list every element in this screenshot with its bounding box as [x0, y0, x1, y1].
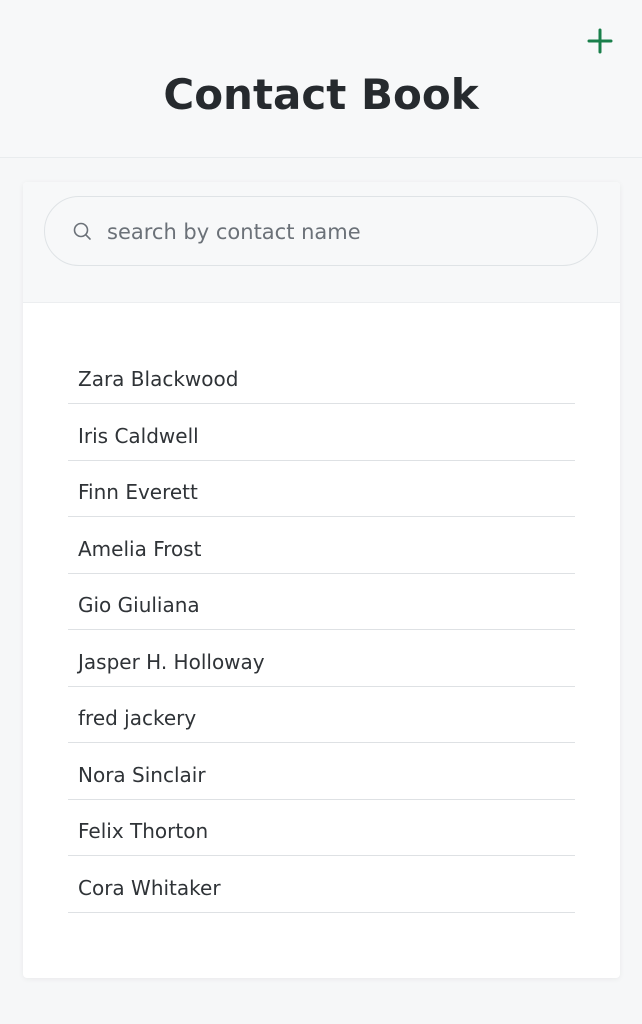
search-box[interactable]: [44, 196, 598, 266]
contact-name: Gio Giuliana: [78, 593, 200, 617]
contact-list-item[interactable]: Iris Caldwell: [68, 404, 575, 461]
contact-name: fred jackery: [78, 706, 197, 730]
contact-name: Zara Blackwood: [78, 367, 239, 391]
contact-list-item[interactable]: Felix Thorton: [68, 800, 575, 856]
search-icon: [73, 222, 91, 240]
contact-name: Nora Sinclair: [78, 762, 206, 787]
add-contact-button[interactable]: [586, 27, 614, 55]
contact-list: Zara Blackwood Iris Caldwell Finn Everet…: [68, 350, 575, 913]
search-input[interactable]: [107, 215, 577, 249]
contact-list-item[interactable]: Amelia Frost: [68, 517, 575, 574]
search-area: [23, 182, 620, 303]
contact-list-item[interactable]: fred jackery: [68, 687, 575, 743]
contact-name: Amelia Frost: [78, 536, 202, 561]
plus-icon: [587, 28, 613, 54]
contact-list-item[interactable]: Jasper H. Holloway: [68, 630, 575, 687]
contact-list-item[interactable]: Zara Blackwood: [68, 350, 575, 404]
app-header: Contact Book: [0, 0, 642, 158]
contact-name: Finn Everett: [78, 480, 198, 504]
page-title: Contact Book: [163, 70, 479, 119]
contact-list-item[interactable]: Finn Everett: [68, 461, 575, 517]
contact-name: Iris Caldwell: [78, 423, 199, 448]
contact-list-item[interactable]: Gio Giuliana: [68, 574, 575, 630]
contact-name: Jasper H. Holloway: [78, 649, 265, 674]
contact-list-item[interactable]: Nora Sinclair: [68, 743, 575, 800]
contact-list-item[interactable]: Cora Whitaker: [68, 856, 575, 913]
contact-name: Felix Thorton: [78, 819, 209, 843]
contacts-card: Zara Blackwood Iris Caldwell Finn Everet…: [23, 182, 620, 978]
contact-name: Cora Whitaker: [78, 875, 221, 900]
